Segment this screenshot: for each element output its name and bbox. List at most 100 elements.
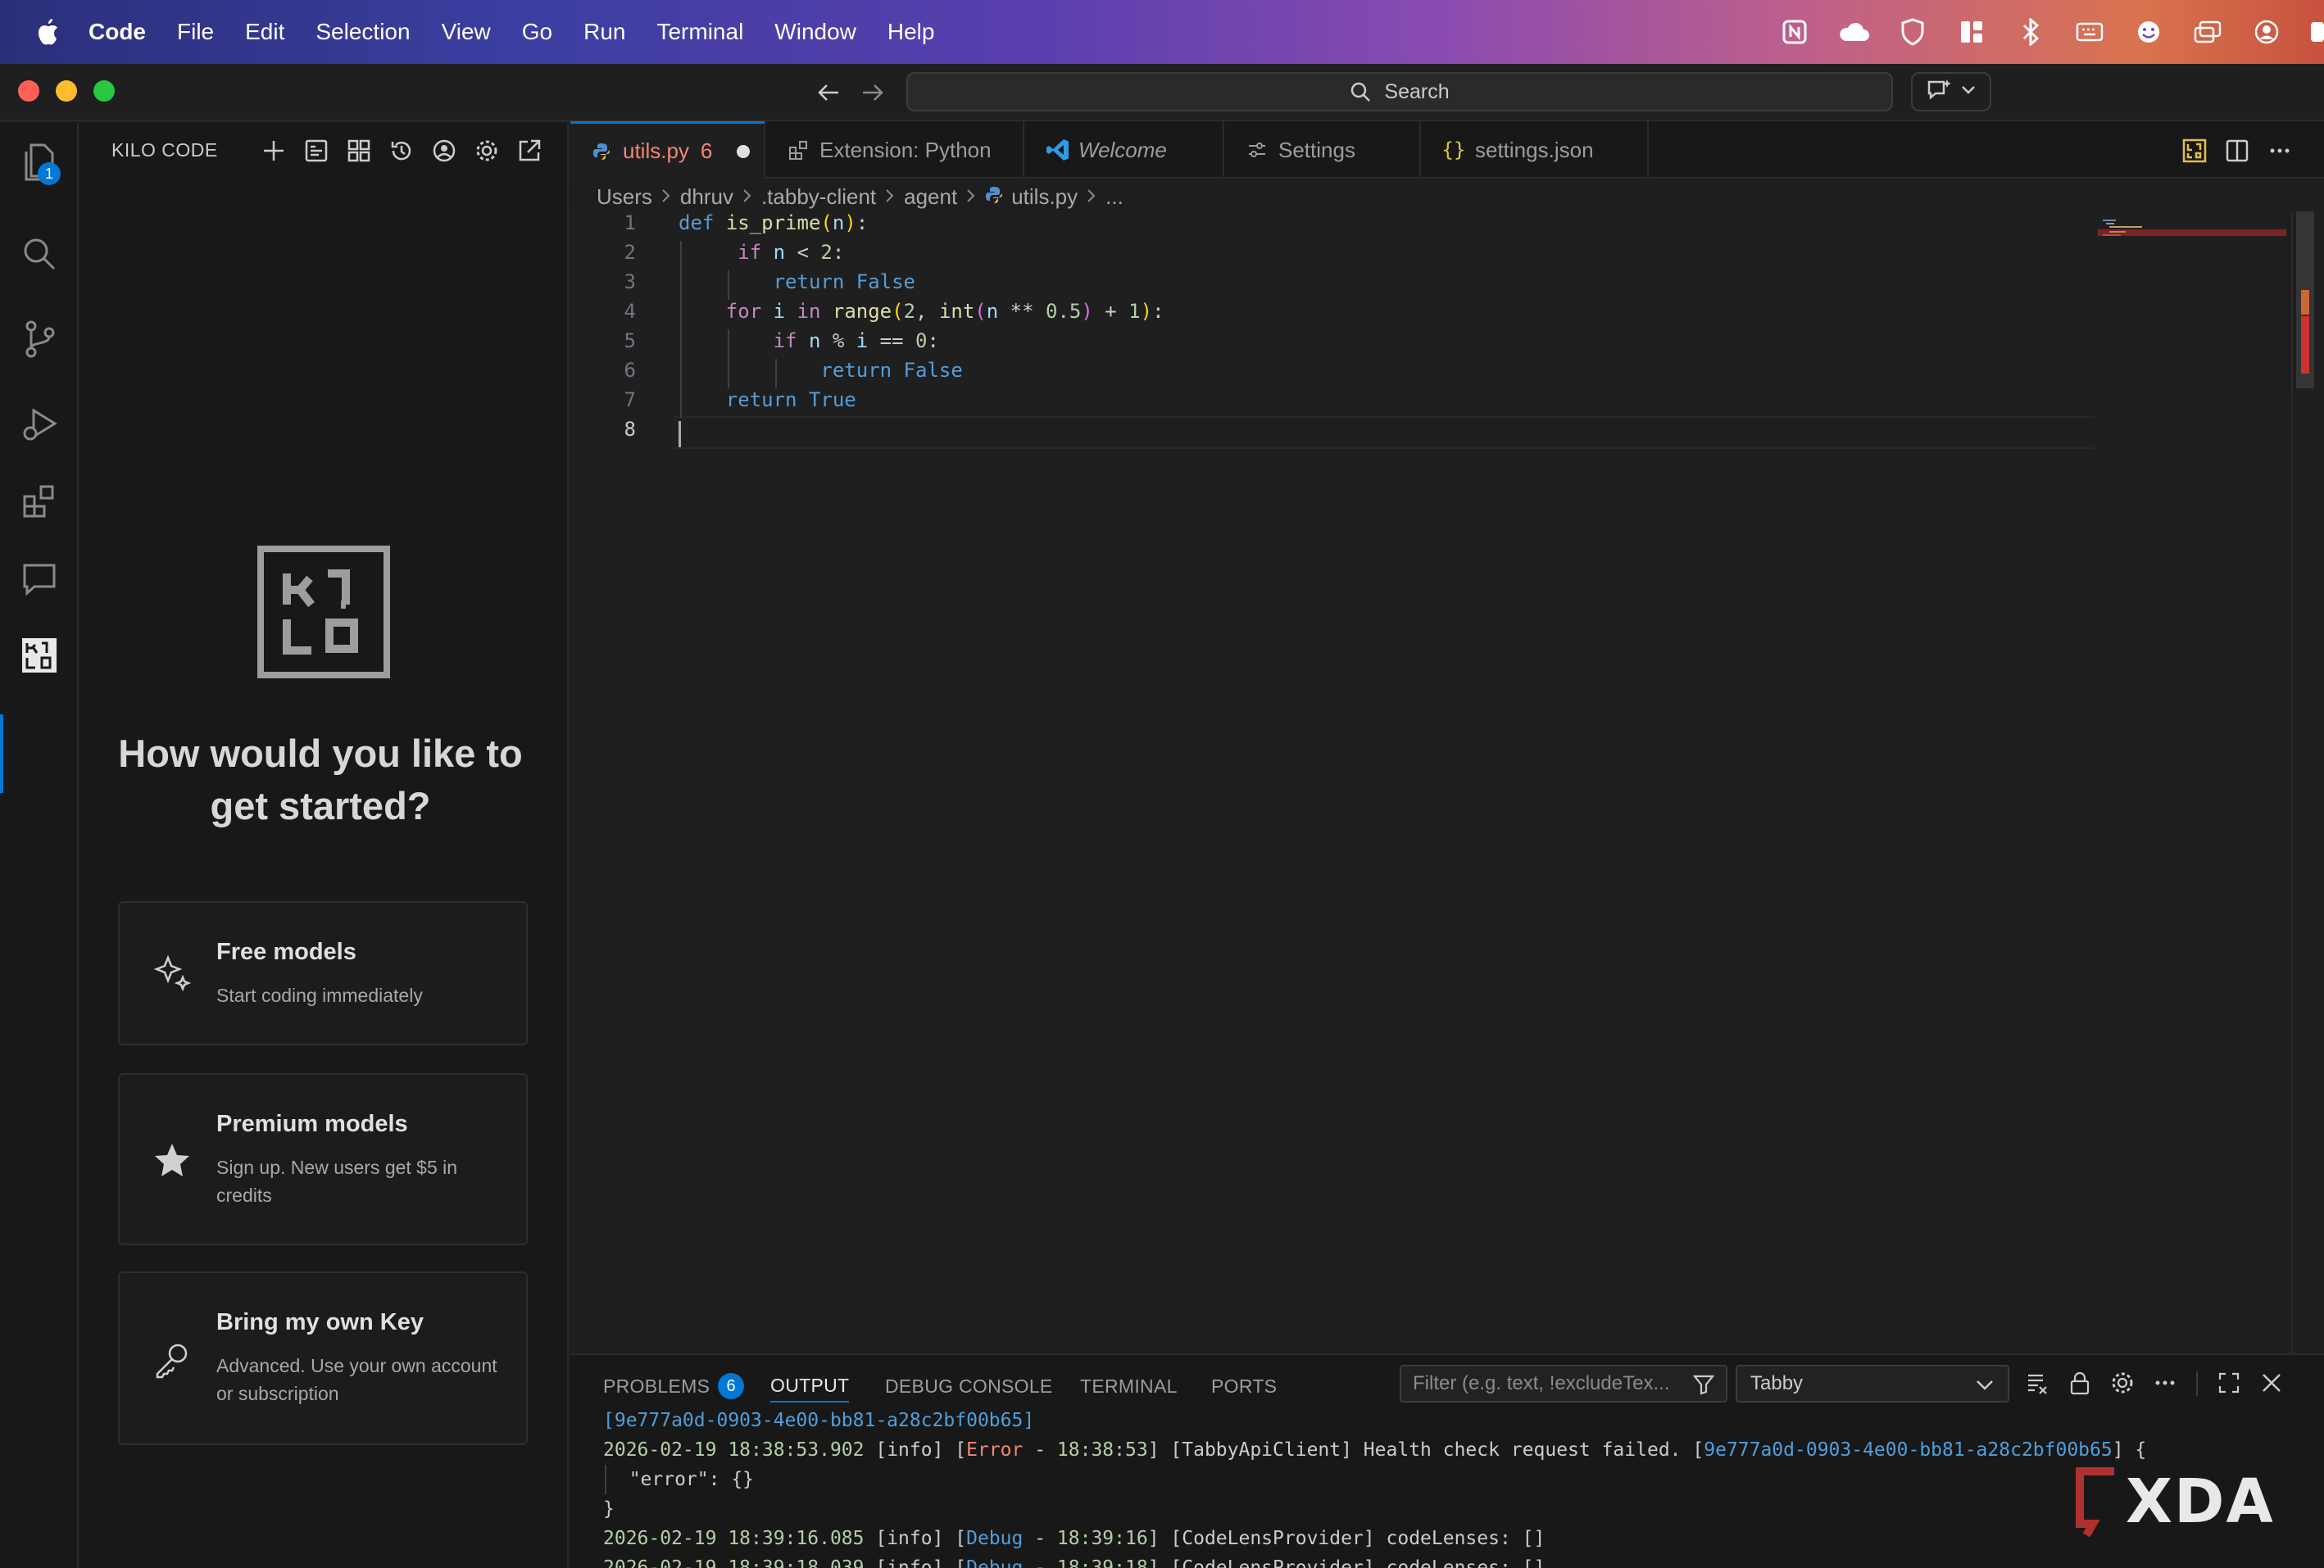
menu-app-name[interactable]: Code: [89, 19, 146, 45]
card-description: Advanced. Use your own account or subscr…: [216, 1355, 497, 1404]
panel-tab-terminal[interactable]: TERMINAL: [1080, 1370, 1178, 1403]
source-control-icon[interactable]: [15, 315, 64, 364]
kilo-code-action-icon[interactable]: [2178, 134, 2211, 167]
cloud-icon[interactable]: [1836, 14, 1872, 50]
line-number: 5: [624, 329, 636, 352]
split-editor-icon[interactable]: [2221, 134, 2254, 167]
menu-window[interactable]: Window: [774, 19, 856, 45]
code-line: 6 return False: [570, 359, 2095, 388]
menu-help[interactable]: Help: [887, 19, 935, 45]
premium-models-card[interactable]: Premium models Sign up. New users get $5…: [118, 1073, 528, 1245]
arrow-left-icon[interactable]: [813, 77, 844, 108]
panel-tab-debug-console[interactable]: DEBUG CONSOLE: [885, 1370, 1053, 1403]
user-account-icon[interactable]: [2249, 14, 2285, 50]
gear-icon[interactable]: [470, 134, 503, 167]
tab-label: PORTS: [1211, 1375, 1278, 1397]
breadcrumb-item[interactable]: utils.py: [1011, 184, 1078, 210]
breadcrumb-item[interactable]: agent: [904, 184, 957, 210]
output-channel-select[interactable]: Tabby: [1736, 1365, 2009, 1403]
breadcrumb-item[interactable]: .tabby-client: [761, 184, 876, 210]
minimap[interactable]: [2098, 216, 2286, 265]
card-description: Start coding immediately: [216, 985, 423, 1006]
maximize-window-button[interactable]: [93, 80, 115, 102]
problems-count-badge: 6: [718, 1373, 745, 1399]
search-icon[interactable]: [15, 229, 64, 279]
apple-icon[interactable]: [30, 14, 66, 50]
output-log[interactable]: [9e777a0d-0903-4e00-bb81-a28c2bf00b65] 2…: [603, 1406, 2308, 1568]
menu-bar-tray: [1777, 0, 2324, 64]
shield-icon[interactable]: [1895, 14, 1931, 50]
menu-edit[interactable]: Edit: [245, 19, 284, 45]
bring-own-key-card[interactable]: Bring my own Key Advanced. Use your own …: [118, 1271, 528, 1445]
more-actions-icon[interactable]: [2149, 1366, 2181, 1399]
vscode-logo-icon: [1046, 138, 1069, 161]
open-in-editor-icon[interactable]: [513, 134, 546, 167]
editor-scrollbar[interactable]: [2291, 211, 2314, 1353]
kilo-code-icon[interactable]: [15, 631, 64, 680]
unsaved-dot-icon[interactable]: [737, 144, 751, 158]
log-level: Error: [966, 1439, 1024, 1461]
close-icon[interactable]: [2255, 1366, 2288, 1399]
tab-label: PROBLEMS: [603, 1375, 710, 1397]
panel-tab-problems[interactable]: PROBLEMS 6: [603, 1370, 745, 1403]
maximize-panel-icon[interactable]: [2213, 1366, 2245, 1399]
menu-go[interactable]: Go: [522, 19, 552, 45]
control-center-icon[interactable]: [2308, 14, 2324, 50]
log-text: -: [1023, 1557, 1057, 1568]
line-text: return True: [725, 388, 856, 411]
menu-selection[interactable]: Selection: [315, 19, 410, 45]
lock-icon[interactable]: [2063, 1366, 2096, 1399]
emoji-icon[interactable]: [2131, 14, 2167, 50]
menu-view[interactable]: View: [442, 19, 491, 45]
log-timestamp: 2026-02-19 18:39:16.085: [603, 1528, 865, 1549]
arrow-right-icon[interactable]: [857, 77, 888, 108]
log-text: -: [1023, 1439, 1057, 1461]
code-line: 7 return True: [570, 388, 2095, 418]
breadcrumb: Users dhruv .tabby-client agent utils.py…: [597, 182, 1123, 211]
panel-tab-ports[interactable]: PORTS: [1211, 1370, 1277, 1403]
tab-extension-python[interactable]: Extension: Python: [765, 121, 1024, 179]
breadcrumb-item[interactable]: dhruv: [680, 184, 733, 210]
plus-icon[interactable]: [257, 134, 290, 167]
bluetooth-icon[interactable]: [2013, 14, 2049, 50]
command-center-search[interactable]: Search: [906, 72, 1893, 111]
output-filter-input[interactable]: Filter (e.g. text, !excludeTex...: [1400, 1365, 1727, 1403]
clear-output-icon[interactable]: [2021, 1366, 2054, 1399]
free-models-card[interactable]: Free models Start coding immediately: [118, 901, 528, 1045]
screen-mirroring-icon[interactable]: [2190, 14, 2226, 50]
panel-tab-output[interactable]: OUTPUT: [770, 1370, 850, 1403]
problem-count: 6: [700, 138, 713, 163]
filter-icon[interactable]: [1693, 1373, 1716, 1396]
marketplace-icon[interactable]: [343, 134, 375, 167]
prompts-icon[interactable]: [300, 134, 333, 167]
menu-terminal[interactable]: Terminal: [656, 19, 743, 45]
chat-menu-button[interactable]: [1911, 72, 1991, 111]
more-actions-icon[interactable]: [2263, 134, 2296, 167]
breadcrumb-item[interactable]: Users: [597, 184, 652, 210]
chat-icon[interactable]: [15, 554, 64, 603]
minimize-window-button[interactable]: [56, 80, 77, 102]
search-label: Search: [1384, 79, 1450, 103]
filter-placeholder: Filter (e.g. text, !excludeTex...: [1413, 1372, 1670, 1394]
tab-settings[interactable]: Settings: [1224, 121, 1421, 179]
breadcrumb-item[interactable]: ...: [1105, 184, 1123, 210]
run-debug-icon[interactable]: [15, 400, 64, 449]
explorer-icon[interactable]: 1: [15, 138, 64, 187]
close-window-button[interactable]: [18, 80, 39, 102]
extensions-icon[interactable]: [15, 477, 64, 526]
tab-welcome[interactable]: Welcome: [1024, 121, 1224, 179]
account-icon[interactable]: [428, 134, 461, 167]
layout-icon[interactable]: [1954, 14, 1990, 50]
tab-settings-json[interactable]: {} settings.json: [1421, 121, 1649, 179]
history-icon[interactable]: [385, 134, 418, 167]
gear-icon[interactable]: [2106, 1366, 2139, 1399]
xda-wordmark: XDA: [2126, 1466, 2275, 1537]
keyboard-icon[interactable]: [2072, 14, 2108, 50]
json-braces-icon: {}: [1441, 138, 1466, 161]
code-editor[interactable]: 1 def is_prime(n): 2 if n < 2: 3 return …: [570, 211, 2324, 1353]
tab-utils-py[interactable]: utils.py 6: [570, 121, 765, 179]
menu-file[interactable]: File: [177, 19, 214, 45]
notion-icon[interactable]: [1777, 14, 1813, 50]
menu-run[interactable]: Run: [583, 19, 625, 45]
line-number: 6: [624, 359, 636, 382]
